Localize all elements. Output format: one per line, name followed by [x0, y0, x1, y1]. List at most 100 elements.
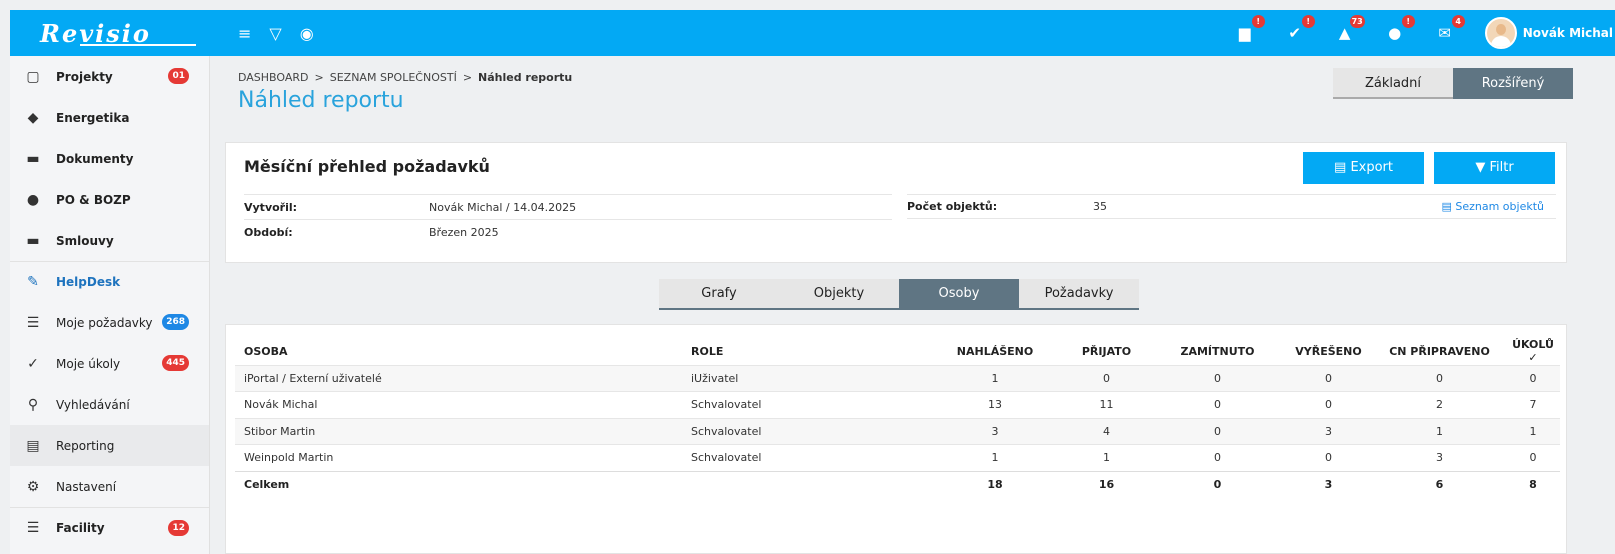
top-right: ▆ ! ✔ ! ▲ 73 ● ! ✉ 4 Novák Michal [1235, 10, 1615, 56]
sidebar-item-reporting[interactable]: ▤ Reporting [10, 425, 209, 466]
sidebar-item-moje-ukoly[interactable]: ✓ Moje úkoly 445 [10, 343, 209, 384]
cell-person: Weinpold Martin [235, 444, 682, 471]
top-tools: ≡ ▽ ◉ [210, 24, 314, 43]
table-row[interactable]: Weinpold Martin Schvalovatel 1 1 0 0 3 0 [235, 444, 1560, 471]
cell-tasks: 0 [1506, 444, 1560, 471]
bell-icon[interactable]: ▲ 73 [1335, 15, 1365, 42]
sidebar-item-smlouvy[interactable]: ▬ Smlouvy [10, 220, 209, 261]
breadcrumb: DASHBOARD > SEZNAM SPOLEČNOSTÍ > Náhled … [238, 71, 572, 84]
filter-icon[interactable]: ▽ [269, 24, 281, 43]
cell-resolved: 3 [1284, 417, 1373, 445]
meta-objects-count: Počet objektů: 35 ▤ Seznam objektů [907, 194, 1556, 219]
column-header[interactable]: VYŘEŠENO [1284, 338, 1373, 365]
table-row[interactable]: iPortal / Externí uživatelé iUživatel 1 … [235, 364, 1560, 392]
table-row[interactable]: Stibor Martin Schvalovatel 3 4 0 3 1 1 [235, 417, 1560, 445]
column-header[interactable]: OSOBA [235, 338, 682, 365]
toggle-icon[interactable]: ◉ [300, 24, 314, 43]
sidebar-item-nastaveni[interactable]: ⚙ Nastavení [10, 466, 209, 507]
user-menu[interactable]: Novák Michal [1484, 17, 1615, 49]
sidebar-item-projekty[interactable]: ▢ Projekty 01 [10, 56, 209, 97]
breadcrumb-companies[interactable]: SEZNAM SPOLEČNOSTÍ [330, 71, 457, 84]
sidebar-item-facility[interactable]: ☰ Facility 12 [10, 507, 209, 548]
chat-icon[interactable]: ● ! [1385, 15, 1415, 42]
column-header[interactable]: ZAMÍTNUTO [1151, 338, 1284, 365]
persons-table: OSOBA ROLE NAHLÁŠENO PŘIJATO ZAMÍTNUTO V… [235, 338, 1560, 498]
meta-created-by: Vytvořil: Novák Michal / 14.04.2025 [244, 194, 892, 219]
report-title: Měsíční přehled požadavků [244, 157, 490, 176]
cell-resolved: 0 [1284, 364, 1373, 392]
report-card: Měsíční přehled požadavků ▤ Export ▼ Fil… [225, 142, 1567, 263]
sidebar-item-helpdesk[interactable]: ✎ HelpDesk [10, 261, 209, 302]
column-header[interactable]: ÚKOLŮ ✓ [1506, 338, 1560, 365]
count-badge: 268 [162, 314, 189, 330]
avatar [1484, 17, 1517, 49]
cell-person: iPortal / Externí uživatelé [235, 364, 682, 392]
cell-role: Schvalovatel [682, 391, 928, 418]
cell-rejected: 0 [1151, 391, 1284, 418]
list-icon: ☰ [26, 520, 40, 536]
sidebar-item-vyhledavani[interactable]: ⚲ Vyhledávání [10, 384, 209, 425]
notification-badge: ! [1401, 15, 1415, 28]
sidebar-item-moje-pozadavky[interactable]: ☰ Moje požadavky 268 [10, 302, 209, 343]
folder-icon: ▬ [26, 232, 40, 249]
column-header[interactable]: ROLE [682, 338, 928, 365]
cell-reported: 13 [928, 391, 1062, 418]
cell-total-rejected: 0 [1151, 470, 1284, 498]
cell-resolved: 0 [1284, 391, 1373, 418]
cell-total-accepted: 16 [1062, 470, 1151, 498]
count-badge: 12 [168, 520, 189, 536]
sidebar-item-dokumenty[interactable]: ▬ Dokumenty [10, 138, 209, 179]
top-bar: Revisio ≡ ▽ ◉ ▆ ! ✔ ! ▲ 73 ● ! ✉ 4 Novák… [10, 10, 1615, 56]
column-header[interactable]: NAHLÁŠENO [928, 338, 1062, 365]
cell-tasks: 1 [1506, 417, 1560, 445]
mail-icon[interactable]: ✉ 4 [1435, 15, 1465, 42]
filter-icon: ▼ [1475, 160, 1486, 175]
cell-person: Novák Michal [235, 391, 682, 418]
tab-pozadavky[interactable]: Požadavky [1019, 279, 1139, 308]
table-header-row: OSOBA ROLE NAHLÁŠENO PŘIJATO ZAMÍTNUTO V… [235, 338, 1560, 365]
breadcrumb-dashboard[interactable]: DASHBOARD [238, 71, 309, 84]
filter-button[interactable]: ▼ Filtr [1434, 152, 1555, 184]
sidebar-item-energetika[interactable]: ◆ Energetika [10, 97, 209, 138]
gift-icon[interactable]: ▆ ! [1235, 15, 1265, 42]
count-badge: 445 [162, 355, 189, 371]
tab-grafy[interactable]: Grafy [659, 279, 779, 308]
cell-person: Stibor Martin [235, 417, 682, 445]
cell-total-resolved: 3 [1284, 470, 1373, 498]
column-header[interactable]: PŘIJATO [1062, 338, 1151, 365]
cell-total-reported: 18 [928, 470, 1062, 498]
notification-badge: ! [1301, 15, 1315, 28]
breadcrumb-separator: > [314, 71, 324, 84]
cell-rejected: 0 [1151, 364, 1284, 392]
list-icon: ▤ [1441, 200, 1452, 213]
report-tabs: Grafy Objekty Osoby Požadavky [659, 279, 1139, 310]
cell-tasks: 0 [1506, 364, 1560, 392]
cell-role: iUživatel [682, 364, 928, 392]
cell-rejected: 0 [1151, 444, 1284, 471]
cogs-icon: ⚙ [26, 478, 40, 495]
tab-osoby[interactable]: Osoby [899, 279, 1019, 308]
tag-icon: ◆ [27, 109, 39, 126]
cell-total-tasks: 8 [1506, 470, 1560, 498]
check-icon[interactable]: ✔ ! [1285, 15, 1315, 42]
column-header[interactable]: CN PŘIPRAVENO [1373, 338, 1506, 365]
cell-resolved: 0 [1284, 444, 1373, 471]
menu-icon[interactable]: ≡ [238, 24, 251, 43]
cell-cn-prepared: 2 [1373, 391, 1506, 418]
view-basic-button[interactable]: Základní [1333, 68, 1453, 99]
app-logo[interactable]: Revisio [10, 19, 210, 48]
view-advanced-button[interactable]: Rozšířený [1453, 68, 1573, 99]
objects-list-link[interactable]: ▤ Seznam objektů [1441, 200, 1544, 213]
cell-cn-prepared: 1 [1373, 417, 1506, 445]
view-toggle: Základní Rozšířený [1333, 68, 1573, 99]
sidebar-item-po-bozp[interactable]: ● PO & BOZP [10, 179, 209, 220]
cell-role: Schvalovatel [682, 444, 928, 471]
cell-accepted: 4 [1062, 417, 1151, 445]
breadcrumb-separator: > [462, 71, 473, 84]
tab-objekty[interactable]: Objekty [779, 279, 899, 308]
report-icon: ▤ [26, 437, 40, 454]
export-button[interactable]: ▤ Export [1303, 152, 1424, 184]
table-row[interactable]: Novák Michal Schvalovatel 13 11 0 0 2 7 [235, 391, 1560, 418]
user-name: Novák Michal [1522, 26, 1613, 40]
list-icon: ☰ [26, 314, 40, 331]
